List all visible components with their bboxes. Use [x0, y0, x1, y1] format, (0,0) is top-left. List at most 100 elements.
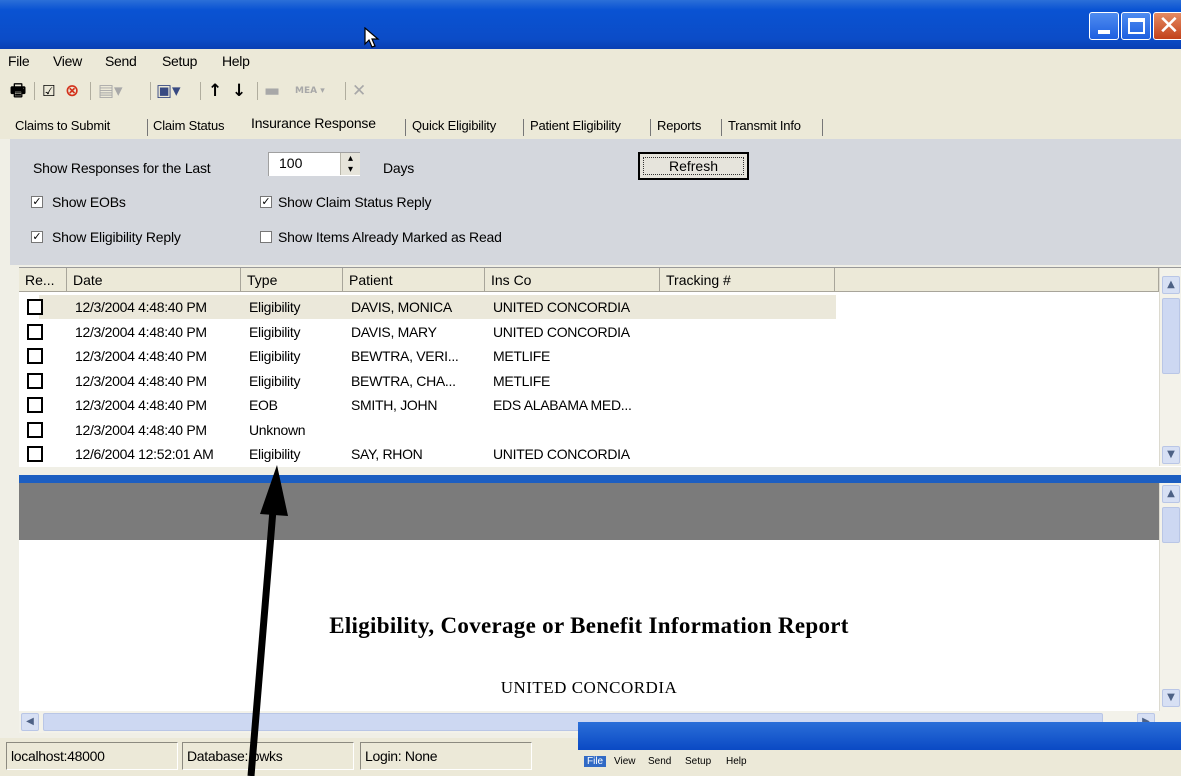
- refresh-button[interactable]: Refresh: [638, 152, 749, 180]
- cell-type: Eligibility: [249, 299, 301, 315]
- cell-date: 12/3/2004 4:48:40 PM: [75, 421, 207, 438]
- read-checkbox[interactable]: [27, 348, 43, 364]
- grid-scrollbar[interactable]: ▲ ▼: [1159, 268, 1181, 466]
- col-date[interactable]: Date: [67, 268, 241, 292]
- show-last-label: Show Responses for the Last: [33, 160, 211, 176]
- show-eobs-checkbox[interactable]: ✓: [31, 196, 43, 208]
- show-claim-status-checkbox[interactable]: ✓: [260, 196, 272, 208]
- menu-send[interactable]: Send: [105, 53, 137, 69]
- read-checkbox[interactable]: [27, 421, 43, 438]
- scroll-thumb[interactable]: [1162, 298, 1180, 374]
- report-pane: Eligibility, Coverage or Benefit Informa…: [19, 483, 1181, 711]
- delete-icon[interactable]: ✕: [352, 80, 366, 102]
- col-tracking[interactable]: Tracking #: [660, 268, 835, 292]
- col-patient[interactable]: Patient: [343, 268, 485, 292]
- computer-icon[interactable]: ▣▾: [156, 80, 181, 102]
- read-checkbox[interactable]: [27, 446, 43, 462]
- cell-insco: UNITED CONCORDIA: [493, 299, 630, 315]
- tab-claim-status[interactable]: Claim Status: [153, 118, 224, 133]
- days-spinner[interactable]: 100 ▴ ▾: [268, 152, 360, 176]
- menu-file[interactable]: File: [8, 53, 30, 69]
- cell-patient: DAVIS, MONICA: [351, 299, 452, 315]
- tab-claims-to-submit[interactable]: Claims to Submit: [15, 118, 110, 133]
- cell-date: 12/3/2004 4:48:40 PM: [75, 372, 207, 389]
- pane-splitter[interactable]: [19, 475, 1181, 483]
- minimize-icon: [1098, 30, 1110, 34]
- stop-icon[interactable]: ⊗: [65, 80, 79, 102]
- cell-insco: METLIFE: [493, 348, 551, 364]
- batch-icon[interactable]: ▤▾: [98, 80, 123, 102]
- menu-setup[interactable]: Setup: [162, 53, 197, 69]
- cell-date: 12/6/2004 12:52:01 AM: [75, 446, 214, 462]
- cell-patient: SAY, RHON: [351, 446, 423, 462]
- up-arrow-icon[interactable]: ↑: [208, 80, 222, 102]
- tab-patient-eligibility[interactable]: Patient Eligibility: [530, 118, 621, 133]
- cell-type: Unknown: [249, 421, 306, 438]
- table-row[interactable]: 12/3/2004 4:48:40 PM Unknown: [19, 418, 1162, 442]
- report-scrollbar[interactable]: ▲ ▼: [1159, 483, 1181, 711]
- report-scroll-thumb[interactable]: [1162, 507, 1180, 543]
- minus-icon[interactable]: ▬: [264, 80, 280, 102]
- read-checkbox[interactable]: [27, 372, 43, 389]
- mea-icon[interactable]: MEA ▾: [295, 80, 325, 102]
- cell-type: Eligibility: [249, 348, 301, 364]
- close-button[interactable]: ✕: [1153, 11, 1181, 41]
- spinner-arrows-icon[interactable]: ▴ ▾: [340, 153, 360, 175]
- table-row[interactable]: 12/3/2004 4:48:40 PM Eligibility BEWTRA, V…: [19, 344, 1162, 368]
- menu2-setup[interactable]: Setup: [685, 756, 711, 767]
- cell-insco: UNITED CONCORDIA: [493, 446, 630, 462]
- second-window[interactable]: File View Send Setup Help: [578, 722, 1181, 776]
- report-scroll-up-icon[interactable]: ▲: [1162, 485, 1180, 503]
- tab-quick-eligibility[interactable]: Quick Eligibility: [412, 118, 496, 133]
- read-checkbox[interactable]: [27, 299, 43, 315]
- toolbar: 🖶 ☑ ⊗ ▤▾ ▣▾ ↑ ↓ ▬ MEA ▾ ✕: [0, 74, 1181, 111]
- check-icon[interactable]: ☑: [42, 80, 55, 102]
- scroll-left-icon[interactable]: ◀: [21, 713, 39, 731]
- read-checkbox[interactable]: [27, 323, 43, 340]
- minimize-button[interactable]: [1089, 12, 1119, 40]
- show-read-checkbox[interactable]: [260, 231, 272, 243]
- down-arrow-icon[interactable]: ↓: [232, 80, 246, 102]
- cell-insco: METLIFE: [493, 372, 551, 389]
- menu-view[interactable]: View: [53, 53, 82, 69]
- show-eobs-label: Show EOBs: [52, 194, 126, 210]
- show-read-label: Show Items Already Marked as Read: [278, 229, 502, 245]
- main-window: ✕ File View Send Setup Help 🖶 ☑ ⊗ ▤▾ ▣▾ …: [0, 0, 1181, 776]
- menu-help[interactable]: Help: [222, 53, 250, 69]
- report-payer: UNITED CONCORDIA: [500, 678, 678, 697]
- cell-insco: EDS ALABAMA MED...: [493, 397, 632, 413]
- tab-strip: Claims to Submit Claim Status Insurance …: [0, 111, 1181, 139]
- print-icon[interactable]: 🖶: [10, 80, 26, 102]
- table-row[interactable]: 12/3/2004 4:48:40 PM Eligibility DAVIS, MO…: [19, 295, 1162, 319]
- cell-date: 12/3/2004 4:48:40 PM: [75, 299, 207, 315]
- menu2-file[interactable]: File: [584, 756, 607, 767]
- tab-insurance-response[interactable]: Insurance Response: [251, 115, 376, 131]
- col-type[interactable]: Type: [241, 268, 343, 292]
- table-row[interactable]: 12/3/2004 4:48:40 PM Eligibility DAVIS, MA…: [19, 320, 1162, 344]
- col-read[interactable]: Re...: [19, 268, 67, 292]
- maximize-button[interactable]: [1121, 12, 1151, 40]
- days-value[interactable]: 100: [279, 155, 302, 171]
- menu2-view[interactable]: View: [614, 756, 636, 767]
- cell-type: EOB: [249, 397, 278, 413]
- read-checkbox[interactable]: [27, 397, 43, 413]
- title-bar[interactable]: ✕: [0, 0, 1181, 49]
- scroll-up-icon[interactable]: ▲: [1162, 276, 1180, 294]
- tab-transmit-info[interactable]: Transmit Info: [728, 118, 801, 133]
- table-row[interactable]: 12/3/2004 4:48:40 PM Eligibility BEWTRA, C…: [19, 369, 1162, 393]
- cell-patient: DAVIS, MARY: [351, 323, 437, 340]
- scroll-down-icon[interactable]: ▼: [1162, 446, 1180, 464]
- second-window-title-bar[interactable]: [578, 722, 1181, 750]
- menu2-help[interactable]: Help: [726, 756, 747, 767]
- report-title: Eligibility, Coverage or Benefit Informa…: [329, 613, 849, 638]
- table-row[interactable]: 12/3/2004 4:48:40 PM EOB SMITH, JOHN EDS AL…: [19, 393, 1162, 417]
- report-scroll-down-icon[interactable]: ▼: [1162, 689, 1180, 707]
- table-row[interactable]: 12/6/2004 12:52:01 AM Eligibility SAY, RHO…: [19, 442, 1162, 466]
- show-eligibility-checkbox[interactable]: ✓: [31, 231, 43, 243]
- tab-reports[interactable]: Reports: [657, 118, 701, 133]
- col-filler: [835, 268, 1159, 292]
- cell-date: 12/3/2004 4:48:40 PM: [75, 397, 207, 413]
- close-icon: ✕: [1158, 11, 1180, 41]
- menu2-send[interactable]: Send: [648, 756, 671, 767]
- col-ins-co[interactable]: Ins Co: [485, 268, 660, 292]
